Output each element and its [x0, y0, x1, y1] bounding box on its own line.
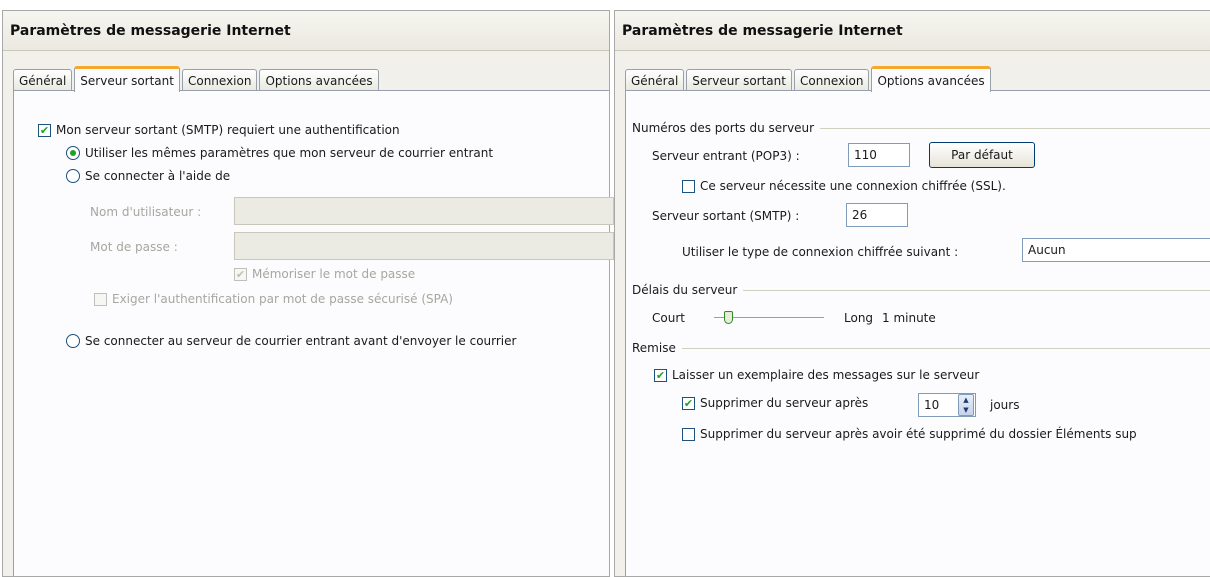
username-label: Nom d'utilisateur : — [90, 205, 202, 219]
remember-password-checkbox[interactable]: ✔ — [234, 267, 247, 281]
remember-password-label: Mémoriser le mot de passe — [252, 267, 416, 281]
pop-before-smtp-radio[interactable] — [66, 334, 80, 348]
auth-required-checkbox[interactable]: ✔ — [38, 123, 51, 137]
timeout-value-label: 1 minute — [882, 311, 936, 325]
encryption-type-label: Utiliser le type de connexion chiffrée s… — [682, 245, 959, 259]
login-with-radio[interactable] — [66, 169, 80, 183]
leave-copy-label: Laisser un exemplaire des messages sur l… — [672, 368, 980, 382]
auth-required-label: Mon serveur sortant (SMTP) requiert une … — [56, 123, 400, 137]
tab-strip: Général Serveur sortant Connexion Option… — [13, 66, 609, 92]
pop-before-smtp-label: Se connecter au serveur de courrier entr… — [85, 334, 517, 348]
spa-option[interactable]: Exiger l'authentification par mot de pas… — [94, 292, 453, 306]
outgoing-server-panel: ✔ Mon serveur sortant (SMTP) requiert un… — [13, 90, 614, 576]
ssl-option[interactable]: Ce serveur nécessite une connexion chiff… — [682, 179, 1006, 193]
days-spinner[interactable]: ▲ ▼ — [958, 394, 974, 416]
settings-window-advanced: Paramètres de messagerie Internet Généra… — [614, 10, 1210, 577]
outgoing-port-field[interactable]: 26 — [846, 203, 908, 227]
ssl-label: Ce serveur nécessite une connexion chiff… — [700, 179, 1006, 193]
tab-general[interactable]: Général — [625, 69, 685, 91]
timeout-long-label: Long — [844, 311, 874, 325]
spin-down-icon[interactable]: ▼ — [963, 406, 968, 414]
default-button[interactable]: Par défaut — [929, 142, 1035, 168]
same-settings-radio[interactable] — [66, 146, 80, 160]
slider-thumb[interactable] — [724, 311, 734, 324]
tab-outgoing-server[interactable]: Serveur sortant — [74, 66, 180, 92]
advanced-options-panel: Numéros des ports du serveur Serveur ent… — [625, 90, 1210, 576]
tab-advanced[interactable]: Options avancées — [871, 66, 991, 92]
timeout-group-label: Délais du serveur — [632, 283, 738, 297]
login-with-label: Se connecter à l'aide de — [85, 169, 231, 183]
remove-deleted-option[interactable]: Supprimer du serveur après avoir été sup… — [682, 427, 1137, 441]
password-label: Mot de passe : — [90, 240, 178, 254]
pop-before-smtp-option[interactable]: Se connecter au serveur de courrier entr… — [66, 334, 516, 348]
ssl-checkbox[interactable] — [682, 179, 695, 193]
leave-copy-checkbox[interactable]: ✔ — [654, 368, 667, 382]
login-with-option[interactable]: Se connecter à l'aide de — [66, 169, 230, 183]
ports-group-header: Numéros des ports du serveur — [632, 121, 1210, 135]
remove-after-label: Supprimer du serveur après — [700, 396, 869, 410]
same-settings-label: Utiliser les mêmes paramètres que mon se… — [85, 146, 494, 160]
tab-general[interactable]: Général — [13, 69, 73, 91]
server-timeout-slider[interactable] — [714, 311, 824, 325]
password-field[interactable] — [234, 232, 614, 260]
remove-deleted-checkbox[interactable] — [682, 427, 695, 441]
tab-strip: Général Serveur sortant Connexion Option… — [625, 66, 1210, 92]
delivery-group-header: Remise — [632, 341, 1210, 355]
tab-connection[interactable]: Connexion — [793, 69, 870, 91]
remove-deleted-label: Supprimer du serveur après avoir été sup… — [700, 427, 1137, 441]
tab-connection[interactable]: Connexion — [181, 69, 258, 91]
window-title: Paramètres de messagerie Internet — [615, 11, 1210, 51]
tab-outgoing-server[interactable]: Serveur sortant — [686, 69, 792, 91]
delivery-group-label: Remise — [632, 341, 676, 355]
spin-up-icon[interactable]: ▲ — [963, 396, 968, 404]
incoming-port-label: Serveur entrant (POP3) : — [652, 149, 800, 163]
settings-window-outgoing: Paramètres de messagerie Internet Généra… — [2, 10, 614, 577]
leave-copy-option[interactable]: ✔ Laisser un exemplaire des messages sur… — [654, 368, 979, 382]
same-settings-option[interactable]: Utiliser les mêmes paramètres que mon se… — [66, 146, 493, 160]
ports-group-label: Numéros des ports du serveur — [632, 121, 815, 135]
remember-password-option[interactable]: ✔ Mémoriser le mot de passe — [234, 267, 415, 281]
remove-after-option[interactable]: ✔ Supprimer du serveur après — [682, 396, 868, 410]
window-title: Paramètres de messagerie Internet — [3, 11, 609, 51]
auth-required-option[interactable]: ✔ Mon serveur sortant (SMTP) requiert un… — [38, 123, 400, 137]
encryption-type-select[interactable]: Aucun — [1022, 238, 1210, 262]
username-field[interactable] — [234, 197, 614, 225]
spa-checkbox[interactable] — [94, 292, 107, 306]
spa-label: Exiger l'authentification par mot de pas… — [112, 292, 453, 306]
tab-advanced[interactable]: Options avancées — [259, 69, 379, 91]
remove-after-checkbox[interactable]: ✔ — [682, 396, 695, 410]
timeout-short-label: Court — [652, 311, 685, 325]
timeout-group-header: Délais du serveur — [632, 283, 1210, 297]
outgoing-port-label: Serveur sortant (SMTP) : — [652, 209, 800, 223]
incoming-port-field[interactable]: 110 — [848, 143, 910, 167]
days-label: jours — [990, 398, 1020, 412]
